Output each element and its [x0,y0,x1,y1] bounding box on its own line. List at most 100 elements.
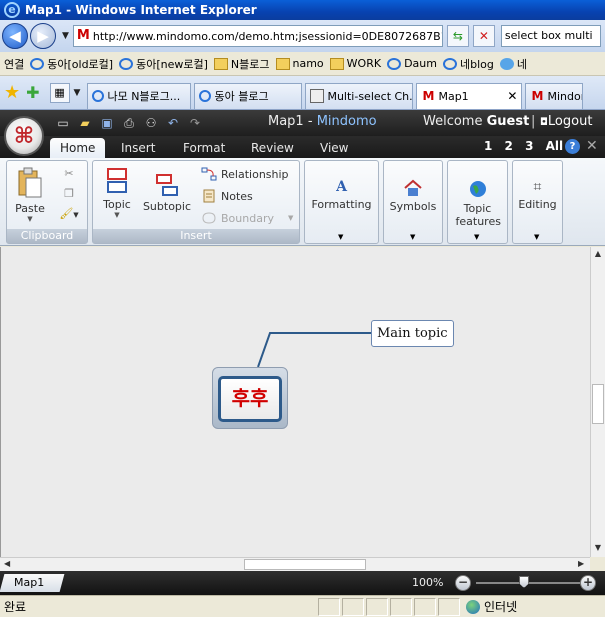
format-painter-button[interactable]: 🖌▼ [55,207,83,220]
zoom-in-button[interactable]: + [580,575,596,591]
folder-icon [329,57,344,70]
topic-features-group: Topic features ▼ [447,160,508,244]
notes-button[interactable]: Notes [201,189,253,203]
subtopic-button[interactable]: Subtopic [141,173,193,213]
tab-home[interactable]: Home [50,138,106,158]
topic-features-button[interactable]: Topic features [448,179,507,228]
open-folder-icon[interactable]: ▰ [76,114,94,132]
header-separator: | [531,114,536,129]
close-tab-icon[interactable]: ✕ [503,89,517,103]
central-topic[interactable]: 후후 [218,376,282,422]
browser-tab[interactable]: Multi-select Ch... [305,82,414,109]
search-input[interactable]: select box multi [500,25,601,47]
font-icon: A [336,179,347,195]
chevron-down-icon: ▼ [27,215,33,223]
user-name: Guest [486,114,530,129]
paste-button[interactable]: Paste ▼ [11,167,49,223]
app-header: ▭ ▰ ▣ ⎙ ⚇ ↶ ↷ Map1 - Mindomo Welcome Gue… [0,110,605,136]
scroll-left-icon[interactable]: ◀ [4,559,10,568]
browser-tab[interactable]: 나모 N블로그... [87,82,192,109]
new-file-icon[interactable]: ▭ [54,114,72,132]
link-item[interactable]: 동아[old로컬] [30,56,113,72]
ie-icon [92,90,105,102]
redo-icon[interactable]: ↷ [186,114,204,132]
print-icon[interactable]: ⎙ [120,114,138,132]
tab-format[interactable]: Format [173,138,235,158]
horizontal-scrollbar[interactable]: ◀ ▶ [0,557,590,571]
scroll-down-icon[interactable]: ▼ [592,543,604,552]
symbols-button[interactable]: Symbols [384,179,442,213]
page-1[interactable]: 1 [484,139,492,153]
vertical-scrollbar[interactable]: ▲ ▼ [590,247,605,557]
topic-button[interactable]: Topic ▼ [95,167,139,219]
zoom-out-button[interactable]: − [455,575,471,591]
add-favorites-icon[interactable]: ✚ [26,83,39,102]
formatting-button[interactable]: A Formatting [305,179,378,211]
browser-tab[interactable]: 동아 블로그 [194,82,303,109]
link-item[interactable]: namo [275,57,324,70]
browser-tab[interactable]: M Mindom [525,82,584,109]
link-item[interactable]: 동아[new로컬] [119,56,208,72]
scroll-up-icon[interactable]: ▲ [592,249,604,258]
mindomo-favicon-icon: M [76,28,90,43]
editing-button[interactable]: ⌗ Editing [513,179,562,211]
scroll-right-icon[interactable]: ▶ [578,559,584,568]
address-toolbar: ◀ ▶ ▼ M http://www.mindomo.com/demo.htm;… [0,20,605,52]
status-cell [414,597,436,616]
mindomo-icon: M [422,89,435,103]
page-all[interactable]: All [546,139,564,153]
save-icon[interactable]: ▣ [98,114,116,132]
quick-tabs-icon[interactable]: ▦ [49,82,70,103]
ie-icon [199,90,212,102]
zoom-slider-thumb[interactable] [519,576,529,588]
chevron-down-icon: ▼ [338,233,344,241]
tab-view[interactable]: View [310,138,358,158]
help-icon[interactable]: ? [565,139,580,154]
central-topic-frame[interactable]: 후후 [212,367,288,429]
boundary-button[interactable]: Boundary ▼ [201,211,293,225]
link-item[interactable]: 네blog [442,56,494,72]
status-cell [390,597,412,616]
window-title: Map1 - Windows Internet Explorer [25,3,257,17]
refresh-button[interactable]: ⇆ [446,25,469,47]
ie-icon [30,57,45,70]
stop-button[interactable]: ✕ [472,25,495,47]
vertical-scroll-thumb[interactable] [592,384,604,424]
address-bar[interactable]: M http://www.mindomo.com/demo.htm;jsessi… [72,25,443,47]
page-2[interactable]: 2 [505,139,513,153]
undo-icon[interactable]: ↶ [164,114,182,132]
favorites-star-icon[interactable]: ★ [4,82,20,103]
relationship-button[interactable]: Relationship [201,167,289,181]
zoom-level: 100% [412,576,444,589]
share-icon[interactable]: ⚇ [142,114,160,132]
close-icon[interactable]: ✕ [586,138,598,154]
cut-button[interactable]: ✂ [59,167,79,180]
logout-button[interactable]: ◘Logout [540,114,592,129]
address-url[interactable]: http://www.mindomo.com/demo.htm;jsession… [93,30,442,43]
main-topic[interactable]: Main topic [371,320,454,347]
page-3[interactable]: 3 [525,139,533,153]
mindomo-logo-icon[interactable]: ⌘ [4,116,44,156]
forward-button[interactable]: ▶ [30,23,56,49]
link-item[interactable]: 네 [499,56,527,72]
history-dropdown-icon[interactable]: ▼ [62,31,69,41]
link-item[interactable]: N블로그 [213,56,270,72]
symbols-group: Symbols ▼ [383,160,443,244]
copy-button[interactable]: ❐ [59,187,79,200]
security-zone[interactable]: 인터넷 [466,598,517,615]
horizontal-scroll-thumb[interactable] [244,559,366,570]
back-button[interactable]: ◀ [2,23,28,49]
welcome-prefix: Welcome [423,114,483,129]
formatting-group: A Formatting ▼ [304,160,379,244]
page-numbers: 1 2 3 All [484,139,571,153]
link-item[interactable]: WORK [329,57,381,70]
status-bar: 완료 인터넷 [0,595,605,617]
link-item[interactable]: Daum [387,57,437,70]
tab-list-dropdown-icon[interactable]: ▼ [74,88,81,98]
browser-tab-active[interactable]: M Map1 ✕ [416,82,523,109]
map-tab[interactable]: Map1 [0,574,65,592]
tab-review[interactable]: Review [241,138,304,158]
map-name: Map1 [268,114,304,129]
tab-insert[interactable]: Insert [111,138,165,158]
brush-icon: 🖌 [59,207,74,220]
